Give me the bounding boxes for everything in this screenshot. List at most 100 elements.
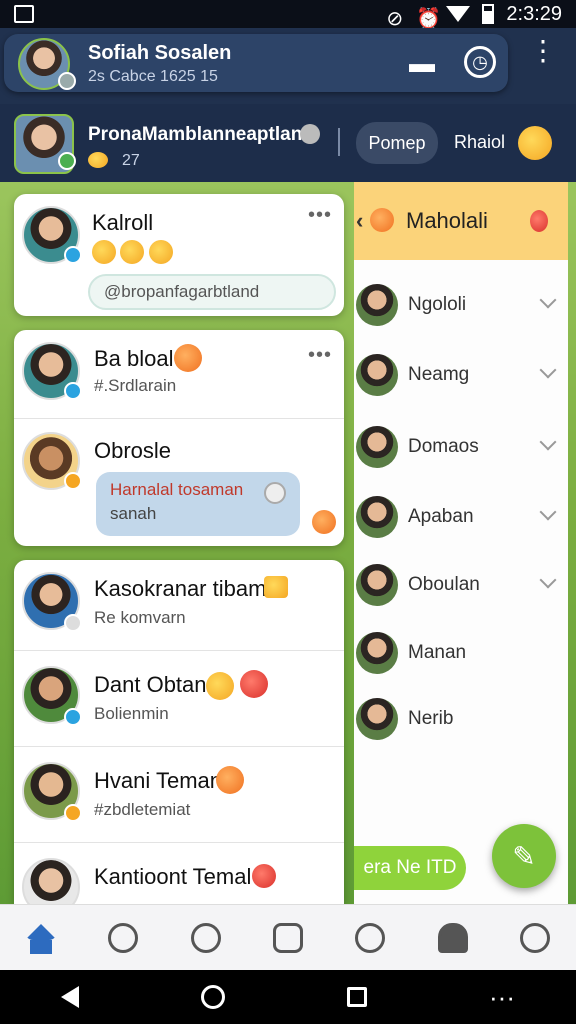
chevron-down-icon[interactable] [539,503,557,521]
primary-profile-card[interactable]: Sofiah Sosalen 2s Cabce 1625 15 ▬ ◷ [4,34,508,92]
message-line: Harnalal tosaman [110,480,244,499]
smiley-icon[interactable] [518,126,552,160]
profile-name: Sofiah Sosalen [88,42,232,64]
bell-icon [437,922,468,953]
nav-chat[interactable] [350,918,390,958]
chat-preview: Re komvarn [94,608,186,627]
rhaiol-link[interactable]: Rhaiol [454,132,505,153]
screenshot-icon [14,5,34,23]
back-icon[interactable] [61,986,79,1008]
handle-field[interactable]: @bropanfagarbtland [88,274,336,310]
chat-name: Ba bloal [94,346,174,371]
face-icon [370,208,394,232]
emoji-icon [148,240,173,264]
chevron-down-icon[interactable] [539,361,557,379]
reaction-icon[interactable] [312,510,336,534]
member-count: 27 [122,152,140,169]
emoji-icon [264,576,288,598]
contact-name: Nerib [408,708,454,729]
chevron-left-icon[interactable]: ‹ [356,208,363,234]
status-bar: ⊘ ⏰ 2:3:29 [0,0,576,30]
contact-name: Domaos [408,436,479,457]
bag-icon[interactable]: ▬ [406,48,438,79]
contact-row[interactable]: Ngololi [354,276,568,336]
more-horiz-icon[interactable]: ··· [489,984,515,1010]
contacts-panel: ‹ Maholali Ngololi Neamg Domaos Apaban O… [354,182,568,904]
verified-badge [64,382,82,400]
nav-notifications[interactable] [433,918,473,958]
divider [14,650,344,651]
reactions [92,240,173,264]
home-button-icon[interactable] [201,985,225,1009]
contact-row[interactable]: Nerib [354,690,568,750]
recents-icon[interactable] [347,987,367,1007]
nav-groups[interactable] [186,918,226,958]
chat-list-card: Kasokranar tibam Re komvarn Dant Obtan B… [14,560,344,916]
verified-badge [64,708,82,726]
message-bubble[interactable]: Harnalal tosaman sanah [96,472,300,536]
chat-icon [355,922,386,953]
more-icon[interactable]: ••• [308,344,332,367]
contact-row[interactable]: Apaban [354,488,568,548]
clock: 2:3:29 [506,2,562,25]
alarm-icon: ⏰ [416,8,442,30]
nav-home[interactable] [21,918,61,958]
chat-preview: Bolienmin [94,704,169,723]
gallery-icon [272,922,303,953]
emoji-icon [252,864,276,888]
chat-card[interactable]: Kalroll ••• @bropanfagarbtland [14,194,344,316]
divider [14,842,344,843]
chevron-down-icon[interactable] [539,291,557,309]
contact-row[interactable]: Manan [354,624,568,684]
avatar [356,698,398,740]
chat-preview: #zbdletemiat [94,800,191,819]
profile-icon [108,922,139,953]
nav-profile[interactable] [103,918,143,958]
chat-preview: #.Srdlarain [94,376,177,395]
emoji-icon [174,344,202,372]
chat-name: Kasokranar tibam [94,576,267,601]
contact-row[interactable]: Domaos [354,418,568,478]
contact-row[interactable]: Oboulan [354,556,568,616]
more-vert-icon[interactable]: ⋮ [528,37,558,65]
contact-row[interactable]: Neamg [354,346,568,406]
emoji-icon [120,240,145,264]
vibrate-icon: ⊘ [386,8,404,30]
pin-icon[interactable] [530,210,548,232]
panel-title: Maholali [406,208,488,233]
status-badge [64,804,82,822]
avatar [356,496,398,538]
app-bar-primary: Sofiah Sosalen 2s Cabce 1625 15 ▬ ◷ ⋮ [0,28,576,104]
clock-icon[interactable]: ◷ [464,46,496,78]
chat-name: Hvani Teman [94,768,222,793]
chevron-down-icon[interactable] [539,433,557,451]
wifi-icon [446,6,471,22]
status-badge [58,72,76,90]
chat-name: Obrosle [94,438,172,463]
bottom-navigation [0,904,576,970]
chat-card[interactable]: Ba bloal #.Srdlarain ••• Obrosle Harnala… [14,330,344,546]
cta-button[interactable]: era Ne ITD [354,846,466,890]
avatar [356,426,398,468]
contact-name: Neamg [408,364,470,385]
chevron-down-icon[interactable] [539,571,557,589]
fab-button[interactable]: ✎ [492,824,556,888]
wave-icon [88,152,108,168]
nav-emoji[interactable] [515,918,555,958]
panel-header: ‹ Maholali [354,182,568,260]
status-badge [64,614,82,632]
contact-name: Oboulan [408,574,480,595]
divider [14,418,344,419]
emoji-icon [92,240,116,264]
more-icon[interactable]: ••• [308,204,332,227]
contact-name: Manan [408,642,467,663]
pomep-button[interactable]: Pomep [356,122,438,164]
mute-icon [300,124,320,144]
emoji-icon [206,672,234,700]
avatar [356,632,398,674]
contact-name: Apaban [408,506,474,527]
chat-name: Kalroll [92,210,154,235]
avatar [356,284,398,326]
contact-name: Ngololi [408,294,467,315]
nav-gallery[interactable] [268,918,308,958]
